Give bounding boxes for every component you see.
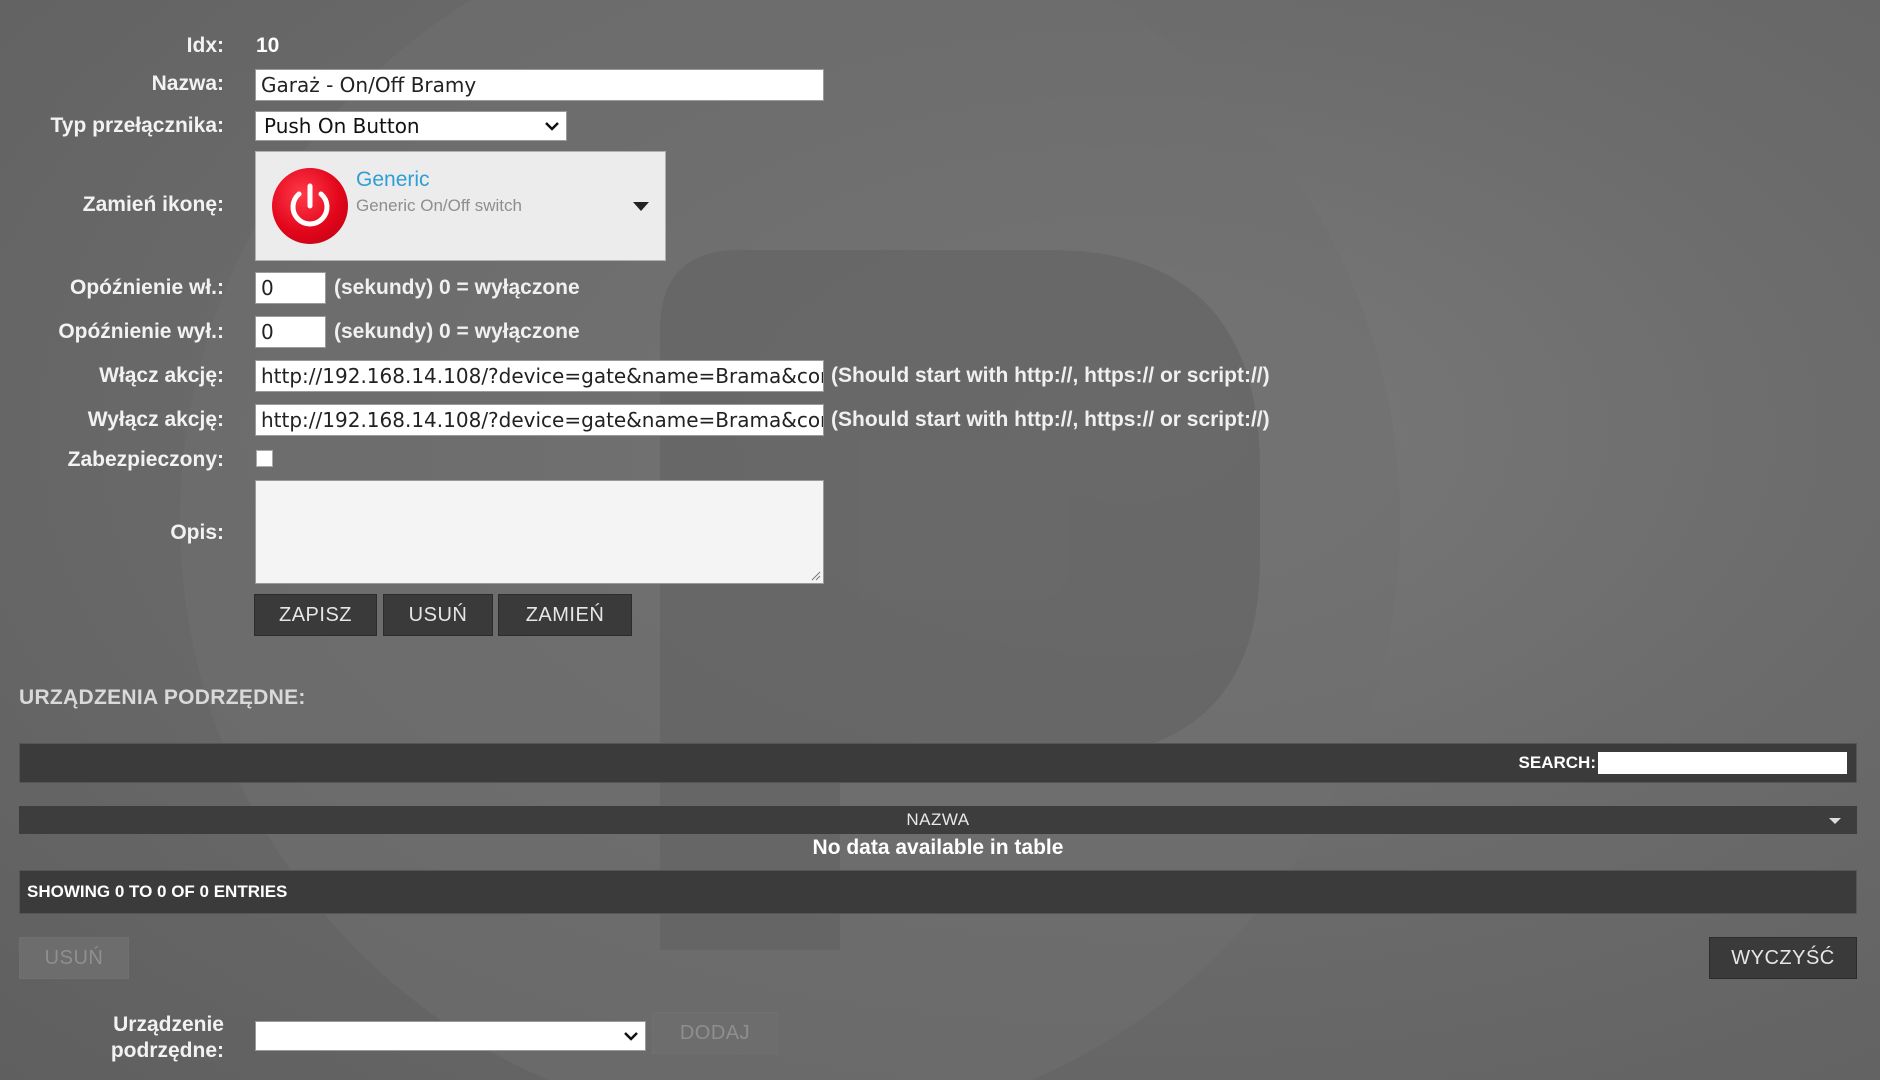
clear-button[interactable]: WYCZYŚĆ [1709, 937, 1857, 979]
idx-value: 10 [256, 34, 280, 57]
off-action-hint: (Should start with http://, https:// or … [831, 408, 1270, 431]
off-delay-label: Opóźnienie wył.: [58, 320, 224, 343]
sort-desc-icon [1829, 818, 1841, 824]
switch-type-value: Push On Button [264, 114, 420, 138]
icon-label: Zamień ikonę: [82, 193, 224, 216]
subdevice-label: Urządzenie podrzędne: [111, 1012, 224, 1064]
chevron-down-icon [624, 1032, 638, 1041]
column-name-label: NAZWA [906, 810, 970, 829]
switch-type-label: Typ przełącznika: [50, 114, 225, 137]
empty-table-message: No data available in table [812, 836, 1064, 859]
off-action-label: Wyłącz akcję: [87, 408, 224, 431]
name-label: Nazwa: [151, 72, 224, 95]
add-subdevice-button[interactable]: DODAJ [652, 1012, 778, 1054]
subdevice-label-line2: podrzędne: [110, 1039, 224, 1062]
save-button[interactable]: ZAPISZ [254, 594, 377, 636]
description-textarea[interactable] [255, 480, 824, 584]
on-delay-input[interactable]: 0 [255, 272, 326, 304]
delete-button[interactable]: USUŃ [383, 594, 493, 636]
column-header-name[interactable]: NAZWA [19, 806, 1857, 834]
on-action-hint: (Should start with http://, https:// or … [831, 364, 1270, 387]
chevron-down-icon [545, 122, 559, 131]
on-delay-hint: (sekundy) 0 = wyłączone [334, 276, 580, 299]
description-label: Opis: [170, 521, 224, 544]
subdevice-label-line1: Urządzenie [113, 1013, 224, 1036]
search-input[interactable] [1598, 752, 1847, 774]
table-toolbar: SEARCH: [19, 743, 1857, 783]
protected-label: Zabezpieczony: [67, 448, 224, 471]
icon-selector[interactable]: Generic Generic On/Off switch [255, 151, 666, 261]
table-footer [19, 870, 1857, 914]
delete-subdevice-button[interactable]: USUŃ [19, 937, 129, 979]
name-input[interactable]: Garaż - On/Off Bramy [255, 69, 824, 101]
off-action-input[interactable]: http://192.168.14.108/?device=gate&name=… [255, 404, 824, 436]
chevron-down-icon [633, 202, 649, 211]
search-label: SEARCH: [1518, 753, 1596, 772]
resize-handle-icon[interactable] [811, 571, 821, 581]
subdevice-select[interactable] [255, 1021, 646, 1051]
protected-checkbox[interactable] [256, 450, 273, 467]
off-delay-hint: (sekundy) 0 = wyłączone [334, 320, 580, 343]
icon-subtitle: Generic On/Off switch [356, 196, 522, 215]
table-info: SHOWING 0 TO 0 OF 0 ENTRIES [27, 882, 288, 901]
subdevices-title: URZĄDZENIA PODRZĘDNE: [19, 686, 306, 709]
off-delay-input[interactable]: 0 [255, 316, 326, 348]
icon-title: Generic [356, 168, 430, 191]
on-action-label: Włącz akcję: [99, 364, 224, 387]
on-action-input[interactable]: http://192.168.14.108/?device=gate&name=… [255, 360, 824, 392]
on-delay-label: Opóźnienie wł.: [69, 276, 224, 299]
switch-type-select[interactable]: Push On Button [255, 111, 567, 141]
idx-label: Idx: [186, 34, 224, 57]
power-icon [272, 168, 348, 244]
replace-button[interactable]: ZAMIEŃ [498, 594, 632, 636]
